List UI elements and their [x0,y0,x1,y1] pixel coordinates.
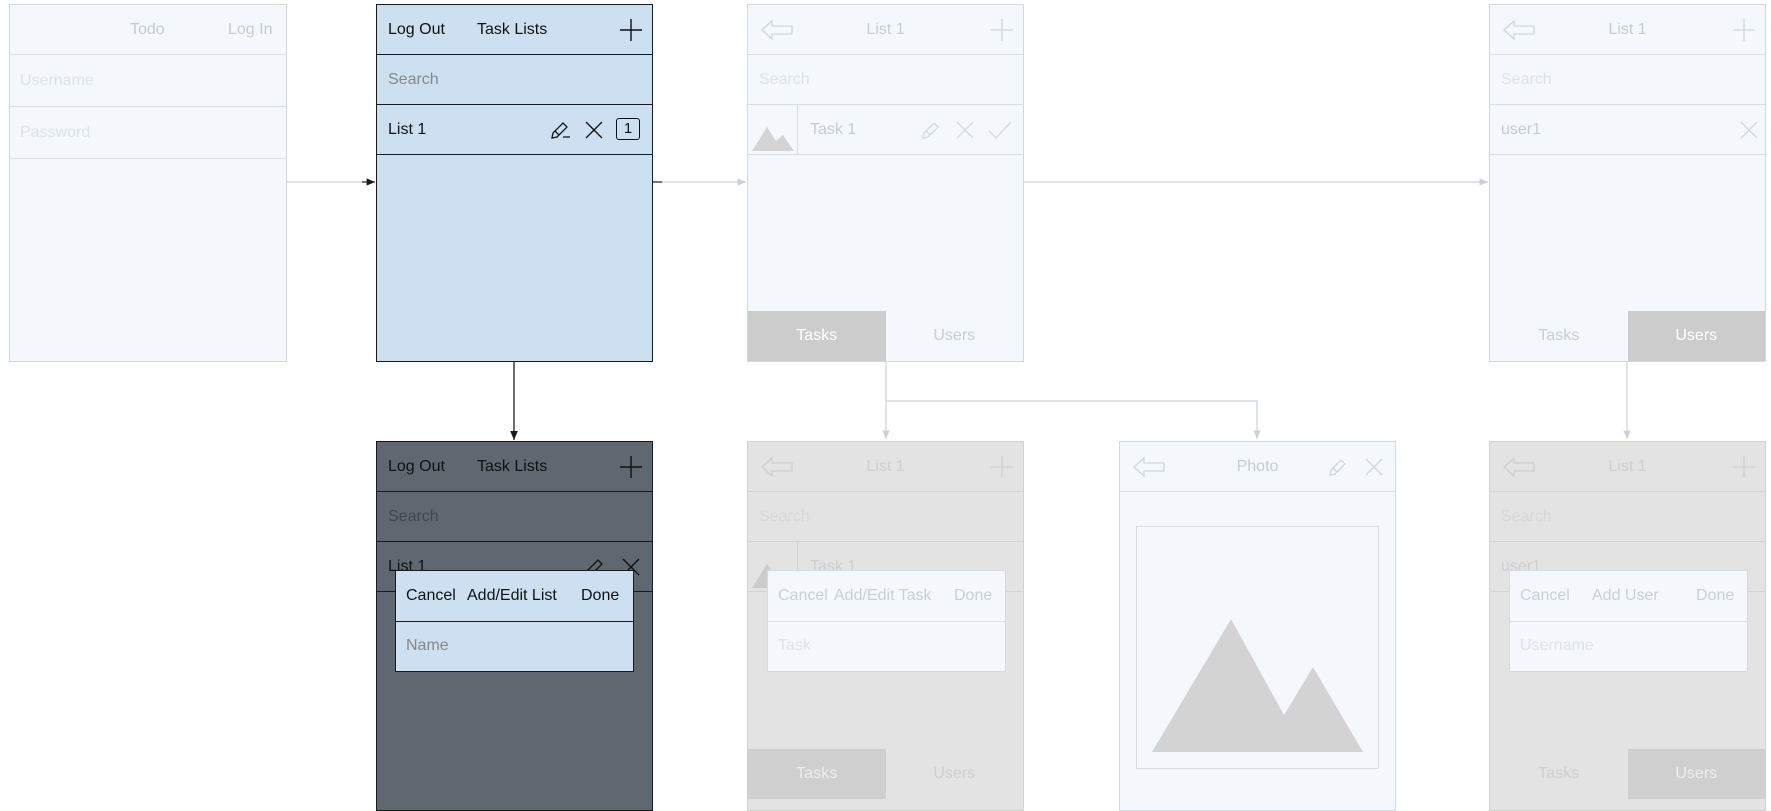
tab-users[interactable]: Users [1627,311,1765,361]
count-badge: 1 [616,118,640,140]
done-button[interactable]: Done [1696,587,1734,605]
plus-icon[interactable] [991,19,1013,41]
plus-icon[interactable] [1733,456,1755,478]
task-item[interactable]: Task 1 [748,105,1023,155]
nav-bar: List 1 [1490,5,1765,55]
logout-button[interactable]: Log Out [388,21,445,39]
login-screen: Todo Log In Username Password [9,4,287,362]
task-field[interactable]: Task [778,637,811,655]
cancel-button[interactable]: Cancel [778,587,828,605]
image-thumbnail-icon [748,105,798,155]
photo-screen: Photo [1119,441,1396,811]
screen-title: List 1 [866,458,905,475]
add-edit-list-screen: Log Out Task Lists Search List 1 Cancel … [376,441,653,811]
add-edit-task-screen: List 1 Search Task 1 Cancel Add/Edit Tas… [747,441,1024,811]
tab-bar: Tasks Users [748,311,1023,361]
add-user-screen: List 1 Search user1 Cancel Add User Done… [1489,441,1766,811]
close-icon[interactable] [1739,120,1759,140]
nav-bar: Log Out Task Lists [377,5,652,55]
plus-icon[interactable] [1733,19,1755,41]
user-name: user1 [1501,121,1542,138]
plus-icon[interactable] [991,456,1013,478]
close-icon[interactable] [955,120,975,140]
user-item[interactable]: user1 [1490,105,1765,155]
pencil-icon[interactable] [1327,456,1349,478]
cancel-button[interactable]: Cancel [406,587,456,605]
screen-title: List 1 [866,21,905,38]
task-name: Task 1 [810,121,857,138]
pencil-icon[interactable] [920,119,942,141]
arrow-detail-to-task-and-photo [882,362,1261,439]
list-item[interactable]: List 1 1 [377,105,652,155]
nav-bar: Todo Log In [10,5,286,55]
nav-bar: List 1 [1490,442,1765,492]
tab-tasks[interactable]: Tasks [1490,311,1628,361]
search-input[interactable]: Search [1490,55,1765,105]
search-input[interactable]: Search [377,492,652,542]
tab-bar: Tasks Users [1490,749,1765,799]
users-screen: List 1 Search user1 Tasks Users [1489,4,1766,362]
screen-title: List 1 [1608,458,1647,475]
tab-users[interactable]: Users [885,749,1023,799]
password-field[interactable]: Password [10,107,286,159]
cancel-button[interactable]: Cancel [1520,587,1570,605]
tab-bar: Tasks Users [1490,311,1765,361]
tab-users[interactable]: Users [885,311,1023,361]
done-button[interactable]: Done [581,587,619,605]
tab-tasks[interactable]: Tasks [1490,749,1628,799]
list-name: List 1 [388,121,427,138]
close-icon[interactable] [584,120,604,140]
nav-bar: Photo [1120,442,1395,492]
close-icon[interactable] [1364,457,1384,477]
search-input[interactable]: Search [748,492,1023,542]
username-field[interactable]: Username [1520,637,1594,655]
search-input[interactable]: Search [748,55,1023,105]
search-input[interactable]: Search [1490,492,1765,542]
add-edit-list-dialog: Cancel Add/Edit List Done Name [395,570,634,672]
tab-tasks[interactable]: Tasks [748,749,886,799]
add-user-dialog: Cancel Add User Done Username [1509,570,1748,672]
nav-bar: List 1 [748,5,1023,55]
tab-tasks[interactable]: Tasks [748,311,886,361]
plus-icon[interactable] [620,456,642,478]
screen-title: Photo [1236,458,1279,475]
app-title: Todo [130,21,165,38]
done-button[interactable]: Done [954,587,992,605]
dialog-title: Add User [1592,587,1659,604]
tab-bar: Tasks Users [748,749,1023,799]
nav-bar: Log Out Task Lists [377,442,652,492]
plus-icon[interactable] [620,19,642,41]
tab-users[interactable]: Users [1627,749,1765,799]
screen-title: List 1 [1608,21,1647,38]
list-detail-screen: List 1 Search Task 1 Tasks Users [747,4,1024,362]
logout-button[interactable]: Log Out [388,458,445,476]
screen-title: Task Lists [477,21,548,38]
search-input[interactable]: Search [377,55,652,105]
add-edit-task-dialog: Cancel Add/Edit Task Done Task [767,570,1006,672]
photo-image-icon [1136,526,1379,769]
nav-bar: List 1 [748,442,1023,492]
username-field[interactable]: Username [10,55,286,107]
name-field[interactable]: Name [406,637,449,655]
dialog-title: Add/Edit Task [834,587,932,604]
pencil-icon[interactable] [549,119,571,141]
dialog-title: Add/Edit List [467,587,557,604]
login-button[interactable]: Log In [228,21,272,39]
checkmark-icon[interactable] [987,119,1013,141]
screen-title: Task Lists [477,458,548,475]
task-lists-screen: Log Out Task Lists Search List 1 1 [376,4,653,362]
